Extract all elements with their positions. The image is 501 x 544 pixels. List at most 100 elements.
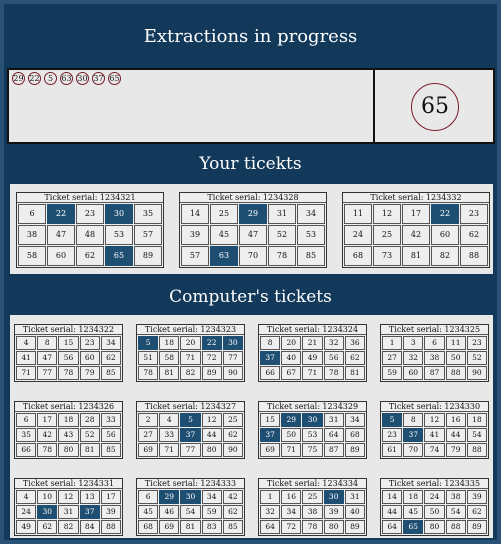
ticket-number: 85 bbox=[222, 520, 243, 534]
ticket-number: 75 bbox=[302, 443, 323, 457]
ticket-number: 32 bbox=[260, 505, 281, 519]
ticket-number: 17 bbox=[100, 490, 121, 504]
ticket-number: 45 bbox=[210, 225, 238, 245]
ticket-number: 12 bbox=[424, 413, 445, 427]
ticket-number-matched: 5 bbox=[180, 413, 201, 427]
ticket-number: 11 bbox=[344, 204, 372, 224]
ticket-number-matched: 5 bbox=[138, 336, 159, 350]
ticket-number: 12 bbox=[58, 490, 79, 504]
ticket-number-matched: 30 bbox=[180, 490, 201, 504]
ticket-number: 1 bbox=[382, 336, 403, 350]
ticket-number: 72 bbox=[281, 520, 302, 534]
ticket-number: 53 bbox=[302, 428, 323, 442]
ticket-number: 32 bbox=[323, 336, 344, 350]
ticket-card[interactable]: Ticket serial: 1234328 14 25 29 31 34 39 45 47 52… bbox=[179, 192, 327, 268]
ticket-grid: 1 3 6 11 23 27 32 38 50 52 59 60 87 88 90 bbox=[381, 335, 488, 381]
ticket-number: 78 bbox=[323, 366, 344, 380]
ticket-serial: Ticket serial: 1234322 bbox=[15, 325, 122, 335]
ticket-number: 54 bbox=[466, 428, 487, 442]
ticket-number: 25 bbox=[373, 225, 401, 245]
ticket-number: 31 bbox=[344, 490, 365, 504]
ticket-number: 18 bbox=[58, 413, 79, 427]
ticket-number: 81 bbox=[402, 246, 430, 266]
ticket-number: 59 bbox=[382, 366, 403, 380]
ticket-number: 71 bbox=[159, 443, 180, 457]
ticket-number: 50 bbox=[281, 428, 302, 442]
ticket-number: 82 bbox=[180, 366, 201, 380]
drawn-numbers-panel: 29 22 5 63 30 37 65 bbox=[7, 68, 376, 144]
ticket-card[interactable]: Ticket serial: 1234323 5 18 20 22 30 51 58 71 72 7… bbox=[136, 324, 245, 382]
ticket-grid: 4 8 15 23 34 41 47 56 60 62 71 77 78 79 85 bbox=[15, 335, 122, 381]
ticket-card[interactable]: Ticket serial: 1234334 1 16 25 30 31 32 34 38 39 4… bbox=[258, 478, 367, 536]
ticket-card[interactable]: Ticket serial: 1234321 6 22 23 30 35 38 47 48 53 5… bbox=[16, 192, 164, 268]
ticket-number: 72 bbox=[201, 351, 222, 365]
ticket-number: 27 bbox=[382, 351, 403, 365]
ticket-serial: Ticket serial: 1234321 bbox=[17, 193, 163, 203]
ticket-number: 60 bbox=[431, 225, 459, 245]
ticket-serial: Ticket serial: 1234333 bbox=[137, 479, 244, 489]
ticket-number: 23 bbox=[76, 204, 104, 224]
ticket-number: 6 bbox=[138, 490, 159, 504]
ticket-number-matched: 29 bbox=[281, 413, 302, 427]
ticket-number: 4 bbox=[16, 336, 37, 350]
ticket-number: 89 bbox=[201, 366, 222, 380]
game-board: Extractions in progress 29 22 5 63 30 37 65 6 5… bbox=[4, 4, 497, 540]
ticket-number: 47 bbox=[239, 225, 267, 245]
ticket-card[interactable]: Ticket serial: 1234330 5 8 12 16 18 23 37 41 44 54… bbox=[380, 401, 489, 459]
ticket-number: 20 bbox=[281, 336, 302, 350]
ticket-grid: 8 20 21 32 36 37 40 49 56 62 66 67 71 78 81 bbox=[259, 335, 366, 381]
ticket-card[interactable]: Ticket serial: 1234333 6 29 30 34 42 45 46 54 59 6… bbox=[136, 478, 245, 536]
ticket-number: 81 bbox=[79, 443, 100, 457]
ticket-number: 52 bbox=[268, 225, 296, 245]
ticket-number: 31 bbox=[58, 505, 79, 519]
ticket-number: 39 bbox=[466, 490, 487, 504]
ticket-number: 47 bbox=[47, 225, 75, 245]
ticket-card[interactable]: Ticket serial: 1234331 4 10 12 13 17 24 30 31 37 3… bbox=[14, 478, 123, 536]
ticket-number: 81 bbox=[159, 366, 180, 380]
ticket-number: 31 bbox=[323, 413, 344, 427]
ticket-card[interactable]: Ticket serial: 1234322 4 8 15 23 34 41 47 56 60 62… bbox=[14, 324, 123, 382]
ticket-number: 62 bbox=[466, 505, 487, 519]
ticket-number: 68 bbox=[344, 428, 365, 442]
ticket-card[interactable]: Ticket serial: 1234335 14 18 24 38 39 44 45 50 54… bbox=[380, 478, 489, 536]
ticket-number: 85 bbox=[100, 366, 121, 380]
ticket-number: 88 bbox=[445, 366, 466, 380]
ticket-number: 52 bbox=[79, 428, 100, 442]
ticket-number: 38 bbox=[424, 351, 445, 365]
ticket-number: 71 bbox=[281, 443, 302, 457]
ticket-number: 56 bbox=[58, 351, 79, 365]
ticket-grid: 4 10 12 13 17 24 30 31 37 39 49 62 82 84 88 bbox=[15, 489, 122, 535]
extractions-title: Extractions in progress bbox=[143, 26, 358, 47]
ticket-number: 88 bbox=[460, 246, 488, 266]
ticket-grid: 15 29 30 31 34 37 50 53 64 68 69 71 75 87 89 bbox=[259, 412, 366, 458]
ticket-card[interactable]: Ticket serial: 1234329 15 29 30 31 34 37 50 53 64… bbox=[258, 401, 367, 459]
ticket-number: 49 bbox=[16, 520, 37, 534]
ticket-number: 20 bbox=[180, 336, 201, 350]
ticket-number: 64 bbox=[260, 520, 281, 534]
ticket-serial: Ticket serial: 1234324 bbox=[259, 325, 366, 335]
ticket-number: 78 bbox=[138, 366, 159, 380]
ticket-number: 62 bbox=[344, 351, 365, 365]
ticket-number: 42 bbox=[222, 490, 243, 504]
ticket-number: 28 bbox=[79, 413, 100, 427]
ticket-number: 18 bbox=[159, 336, 180, 350]
ticket-number: 34 bbox=[297, 204, 325, 224]
ticket-number: 80 bbox=[323, 520, 344, 534]
ticket-number: 13 bbox=[79, 490, 100, 504]
ticket-number: 3 bbox=[403, 336, 424, 350]
ticket-number: 25 bbox=[302, 490, 323, 504]
drawn-numbers-list: 29 22 5 63 30 37 65 bbox=[9, 70, 374, 87]
ticket-serial: Ticket serial: 1234326 bbox=[15, 402, 122, 412]
ticket-card[interactable]: Ticket serial: 1234325 1 3 6 11 23 27 32 38 50 52 5… bbox=[380, 324, 489, 382]
ticket-card[interactable]: Ticket serial: 1234327 2 4 5 12 25 27 33 37 44 62 6… bbox=[136, 401, 245, 459]
ticket-number: 74 bbox=[424, 443, 445, 457]
ticket-number: 60 bbox=[47, 246, 75, 266]
ticket-grid: 11 12 17 22 23 24 25 42 60 62 68 73 81 82 88 bbox=[343, 203, 489, 267]
ticket-number: 87 bbox=[424, 366, 445, 380]
ticket-serial: Ticket serial: 1234330 bbox=[381, 402, 488, 412]
ticket-card[interactable]: Ticket serial: 1234332 11 12 17 22 23 24 25 42 60… bbox=[342, 192, 490, 268]
ticket-card[interactable]: Ticket serial: 1234324 8 20 21 32 36 37 40 49 56 6… bbox=[258, 324, 367, 382]
ticket-card[interactable]: Ticket serial: 1234326 6 17 18 28 33 35 42 43 52 5… bbox=[14, 401, 123, 459]
ticket-number: 62 bbox=[76, 246, 104, 266]
ticket-number: 78 bbox=[37, 443, 58, 457]
